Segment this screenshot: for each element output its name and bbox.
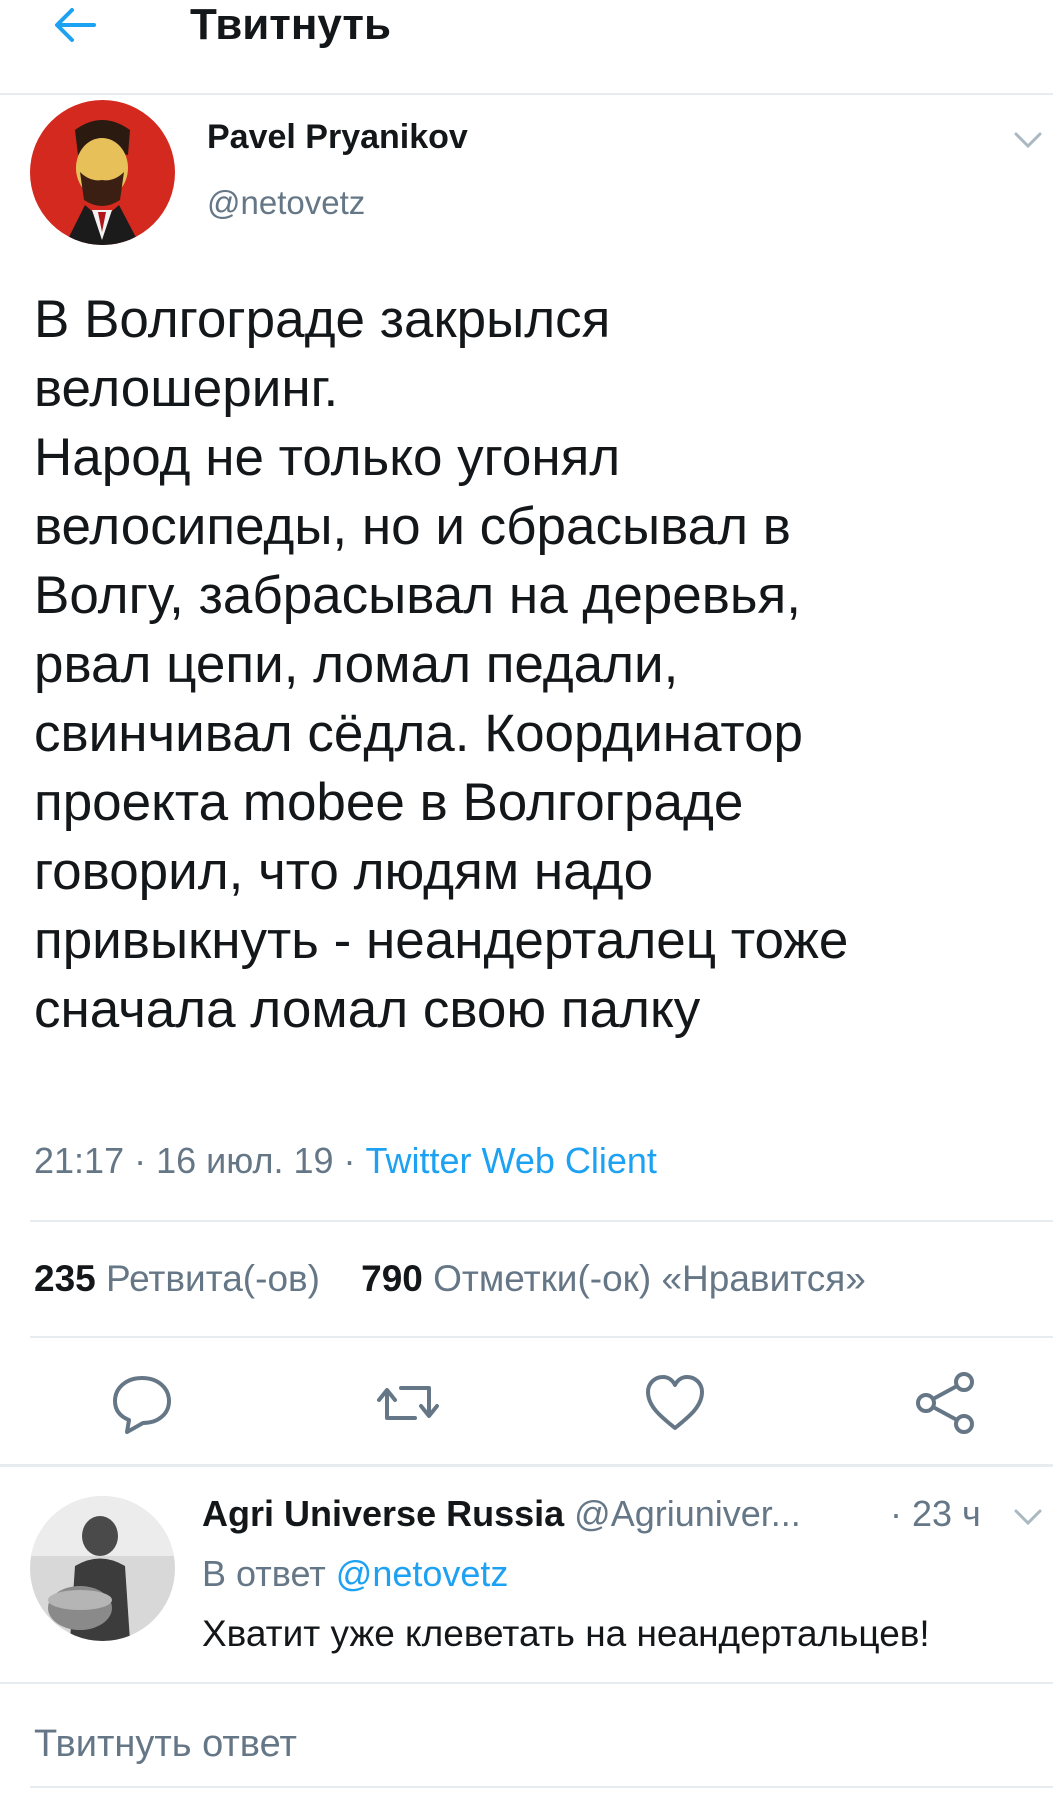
tweet-text: В Волгограде закрылся велошеринг. Народ … (34, 285, 1024, 1044)
divider (30, 1336, 1053, 1338)
reply-avatar[interactable] (30, 1496, 175, 1641)
reply-icon[interactable] (107, 1368, 177, 1438)
tweet-stats: 235 Ретвита(-ов) 790 Отметки(-ок) «Нрави… (34, 1258, 866, 1300)
reply-author[interactable]: Agri Universe Russia @Agriuniver... (202, 1493, 801, 1535)
tweet-text-line: В Волгограде закрылся (34, 290, 611, 349)
tweet-text-line: Волгу, забрасывал на деревья, (34, 566, 801, 625)
divider (30, 1220, 1053, 1222)
reply-compose-input[interactable]: Твитнуть ответ (34, 1723, 297, 1766)
author-handle[interactable]: @netovetz (207, 184, 365, 222)
likes-stat[interactable]: 790 Отметки(-ок) «Нравится» (361, 1258, 866, 1299)
tweet-source-link[interactable]: Twitter Web Client (366, 1140, 657, 1181)
divider (0, 1682, 1053, 1684)
divider (30, 1786, 1053, 1788)
chevron-down-icon[interactable] (1012, 1505, 1044, 1529)
avatar-image (30, 100, 175, 245)
share-icon[interactable] (910, 1368, 980, 1438)
tweet-text-line: свинчивал сёдла. Координатор (34, 704, 804, 763)
tweet-text-line: привыкнуть - неандерталец тоже (34, 911, 849, 970)
tweet-text-line: велосипеды, но и сбрасывал в (34, 497, 791, 556)
avatar[interactable] (30, 100, 175, 245)
retweet-icon[interactable] (373, 1368, 443, 1438)
tweet-timestamp: 21:17 · 16 июл. 19 · (34, 1140, 366, 1181)
tweet-text-line: говорил, что людям надо (34, 842, 654, 901)
reply-author-name: Agri Universe Russia (202, 1493, 565, 1534)
tweet-meta: 21:17 · 16 июл. 19 · Twitter Web Client (34, 1140, 657, 1182)
header-divider (0, 93, 1053, 95)
reply-to: В ответ @netovetz (202, 1553, 508, 1595)
like-icon[interactable] (640, 1368, 710, 1438)
reply-avatar-image (30, 1496, 175, 1641)
retweets-label: Ретвита(-ов) (106, 1258, 320, 1299)
reply-timestamp: · 23 ч (890, 1493, 981, 1534)
likes-label: Отметки(-ок) «Нравится» (433, 1258, 866, 1299)
author-name[interactable]: Pavel Pryanikov (207, 118, 468, 157)
divider (0, 1464, 1053, 1467)
likes-count: 790 (361, 1258, 423, 1299)
arrow-left-icon[interactable] (50, 0, 100, 50)
tweet-text-line: велошеринг. (34, 359, 339, 418)
reply-to-label: В ответ (202, 1553, 326, 1594)
tweet-text-line: Народ не только угонял (34, 428, 621, 487)
tweet-text-line: проекта mobee в Волгограде (34, 773, 744, 832)
retweets-count: 235 (34, 1258, 96, 1299)
reply-text: Хватит уже клеветать на неандертальцев! (202, 1613, 930, 1654)
reply-to-mention[interactable]: @netovetz (336, 1553, 509, 1594)
page-title: Твитнуть (190, 0, 392, 49)
tweet-text-line: рвал цепи, ломал педали, (34, 635, 679, 694)
retweets-stat[interactable]: 235 Ретвита(-ов) (34, 1258, 320, 1299)
tweet-text-line: сначала ломал свою палку (34, 980, 701, 1039)
chevron-down-icon[interactable] (1012, 128, 1044, 152)
reply-author-handle: @Agriuniver... (574, 1493, 801, 1534)
